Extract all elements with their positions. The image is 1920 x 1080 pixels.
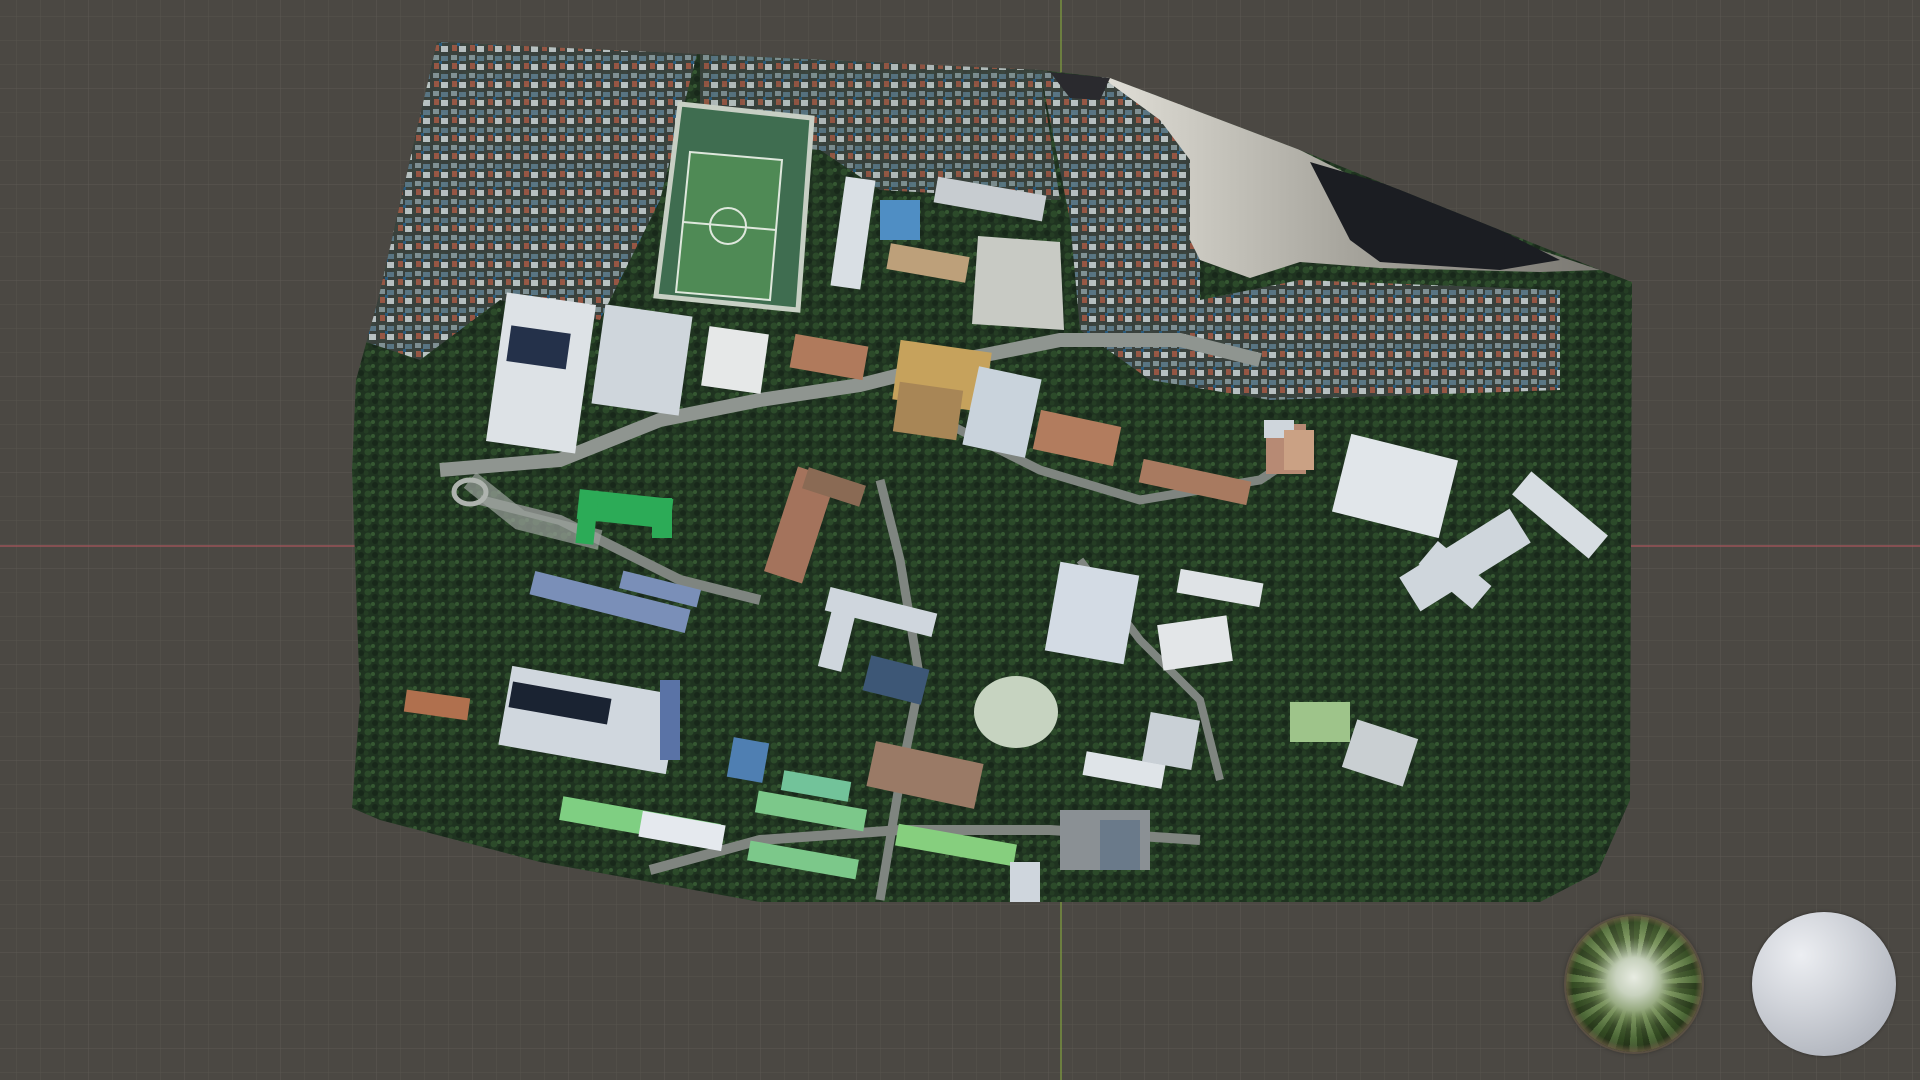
hdri-environment-sphere[interactable] xyxy=(1566,916,1702,1052)
campus-plaza xyxy=(972,236,1064,330)
matte-material-sphere[interactable] xyxy=(1752,912,1896,1056)
3d-viewport[interactable] xyxy=(0,0,1920,1080)
